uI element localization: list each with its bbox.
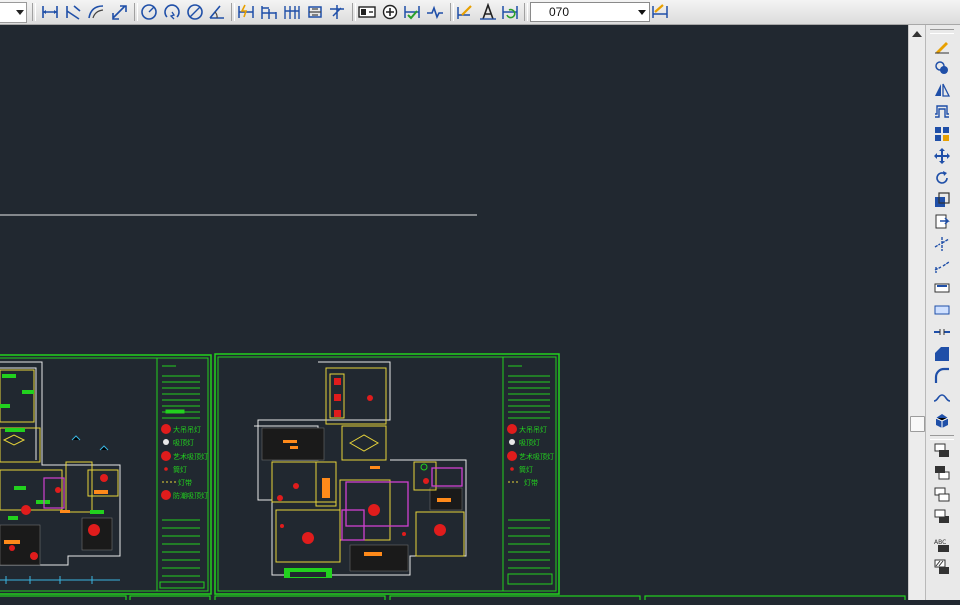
toolbar-separator	[134, 3, 138, 21]
vertical-scrollbar[interactable]	[908, 25, 925, 600]
diameter-dimension-icon[interactable]	[185, 2, 205, 22]
array-icon[interactable]	[932, 124, 952, 144]
blend-curves-icon[interactable]	[932, 388, 952, 408]
legend-item: 大吊吊灯	[173, 425, 201, 434]
continue-dimension-icon[interactable]	[282, 2, 302, 22]
move-icon[interactable]	[932, 146, 952, 166]
copy-icon[interactable]	[932, 58, 952, 78]
jogged-dimension-icon[interactable]	[162, 2, 182, 22]
dimension-toolbar: 070	[0, 0, 960, 25]
layer-combo[interactable]	[0, 2, 27, 23]
angular-dimension-icon[interactable]	[207, 2, 227, 22]
explode-icon[interactable]	[932, 410, 952, 430]
tolerance-icon[interactable]	[357, 2, 377, 22]
dimension-break-icon[interactable]	[327, 2, 347, 22]
toolbar-separator	[450, 3, 454, 21]
toolbar-separator	[524, 3, 528, 21]
extend-icon[interactable]	[932, 256, 952, 276]
toolbar-separator	[32, 3, 36, 21]
stretch-icon[interactable]	[932, 212, 952, 232]
dimension-style-icon[interactable]	[650, 2, 670, 22]
join-icon[interactable]	[932, 322, 952, 342]
center-mark-icon[interactable]	[380, 2, 400, 22]
legend-item: 吸顶灯	[173, 438, 194, 447]
quick-dimension-icon[interactable]	[236, 2, 256, 22]
drawing-canvas[interactable]: 大吊吊灯 吸顶灯 艺术吸顶灯 筒灯 灯带 防潮吸顶灯 大吊吊灯 吸顶灯 艺术吸顶…	[0, 25, 908, 605]
modify-toolbar: ABC	[925, 25, 960, 600]
toolbar-grip	[930, 435, 954, 440]
mirror-icon[interactable]	[932, 80, 952, 100]
text-to-front-icon[interactable]: ABC	[932, 535, 952, 555]
cad-drawing: 大吊吊灯 吸顶灯 艺术吸顶灯 筒灯 灯带 防潮吸顶灯 大吊吊灯 吸顶灯 艺术吸顶…	[0, 25, 908, 605]
dimension-text-edit-icon[interactable]	[478, 2, 498, 22]
legend-item: 大吊吊灯	[519, 425, 547, 434]
legend-item: 艺术吸顶灯	[173, 452, 208, 461]
legend-item: 灯带	[178, 478, 192, 487]
legend-item: 灯带	[524, 478, 538, 487]
dimension-style-combo[interactable]: 070	[530, 2, 650, 22]
chamfer-icon[interactable]	[932, 344, 952, 364]
bring-above-icon[interactable]	[932, 485, 952, 505]
legend-item: 防潮吸顶灯	[173, 491, 208, 500]
legend-item: 筒灯	[519, 465, 533, 474]
scale-icon[interactable]	[932, 190, 952, 210]
chevron-down-icon	[16, 10, 24, 15]
offset-icon[interactable]	[932, 102, 952, 122]
scroll-up-icon[interactable]	[912, 31, 922, 37]
baseline-dimension-icon[interactable]	[259, 2, 279, 22]
dimension-space-icon[interactable]	[305, 2, 325, 22]
chevron-down-icon	[638, 10, 646, 15]
legend-item: 吸顶灯	[519, 438, 540, 447]
dimension-style-value: 070	[549, 5, 570, 19]
toolbar-grip	[930, 29, 954, 34]
trim-icon[interactable]	[932, 234, 952, 254]
scroll-thumb[interactable]	[910, 416, 925, 432]
svg-text:ABC: ABC	[934, 539, 946, 546]
inspection-icon[interactable]	[402, 2, 422, 22]
arc-length-dimension-icon[interactable]	[86, 2, 106, 22]
break-at-point-icon[interactable]	[932, 278, 952, 298]
radius-dimension-icon[interactable]	[139, 2, 159, 22]
dimension-edit-icon[interactable]	[455, 2, 475, 22]
toolbar-separator	[231, 3, 235, 21]
hatch-to-back-icon[interactable]	[932, 557, 952, 577]
legend-item: 筒灯	[173, 465, 187, 474]
linear-dimension-icon[interactable]	[40, 2, 60, 22]
fillet-icon[interactable]	[932, 366, 952, 386]
erase-icon[interactable]	[932, 36, 952, 56]
aligned-dimension-icon[interactable]	[63, 2, 83, 22]
dimension-update-icon[interactable]	[500, 2, 520, 22]
jogged-linear-icon[interactable]	[425, 2, 445, 22]
bring-to-front-icon[interactable]	[932, 441, 952, 461]
ordinate-dimension-icon[interactable]	[109, 2, 129, 22]
toolbar-separator	[352, 3, 356, 21]
rotate-icon[interactable]	[932, 168, 952, 188]
send-under-icon[interactable]	[932, 507, 952, 527]
send-to-back-icon[interactable]	[932, 463, 952, 483]
break-icon[interactable]	[932, 300, 952, 320]
legend-item: 艺术吸顶灯	[519, 452, 554, 461]
